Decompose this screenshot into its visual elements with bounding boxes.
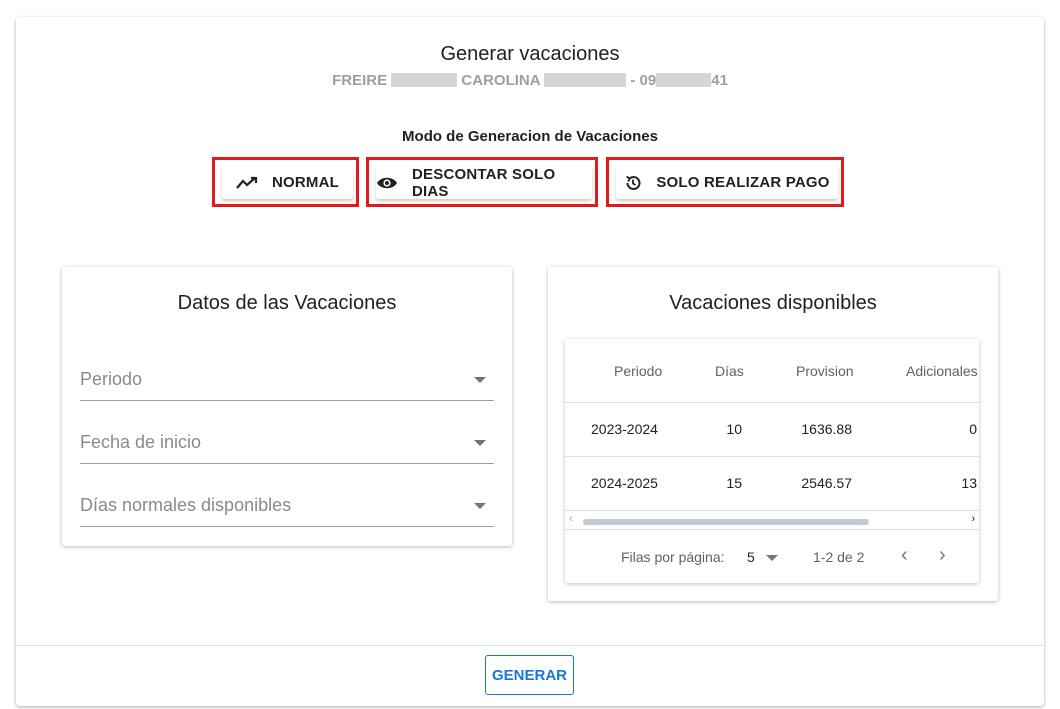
footer-divider	[565, 529, 979, 530]
column-header-adicionales[interactable]: Adicionales	[906, 363, 978, 379]
mode-label: Modo de Generacion de Vacaciones	[402, 128, 658, 145]
periodo-select[interactable]: Periodo	[80, 355, 494, 401]
scroll-thumb[interactable]	[583, 519, 869, 525]
cell-adicionales: 0	[969, 421, 977, 437]
history-icon	[624, 174, 642, 192]
rows-per-page-select[interactable]: 5	[747, 549, 755, 565]
horizontal-scrollbar[interactable]: ‹ ›	[565, 513, 979, 529]
dropdown-arrow-icon	[474, 503, 486, 509]
employee-name-part-2: CAROLINA	[461, 72, 541, 89]
mode-normal-label: NORMAL	[271, 174, 340, 191]
trending-up-icon	[236, 176, 258, 190]
employee-id-part-2: 41	[711, 72, 728, 89]
generate-button[interactable]: GENERAR	[485, 655, 574, 695]
next-page-icon[interactable]: ›	[939, 544, 946, 567]
row-divider	[565, 456, 979, 457]
fecha-inicio-select[interactable]: Fecha de inicio	[80, 418, 494, 464]
mode-descontar-highlight: DESCONTAR SOLO DIAS	[366, 157, 598, 207]
scroll-right-icon[interactable]: ›	[971, 513, 975, 525]
cell-adicionales: 13	[961, 475, 977, 491]
available-vacations-card: Vacaciones disponibles Periodo Días Prov…	[548, 267, 998, 601]
eye-icon	[376, 176, 398, 190]
dropdown-arrow-icon	[474, 440, 486, 446]
rows-per-page-label: Filas por página:	[621, 549, 725, 565]
vacation-data-title: Datos de las Vacaciones	[177, 292, 397, 314]
header-divider	[565, 402, 979, 403]
periodo-label: Periodo	[80, 369, 143, 389]
redacted-block	[656, 73, 712, 87]
available-vacations-title: Vacaciones disponibles	[669, 292, 877, 314]
mode-normal-highlight: NORMAL	[212, 157, 359, 207]
dropdown-arrow-icon[interactable]	[766, 555, 778, 561]
generate-vacation-dialog: Generar vacaciones FREIRE CAROLINA - 09 4…	[16, 17, 1044, 706]
actions-divider	[16, 645, 1044, 646]
pagination-range: 1-2 de 2	[813, 549, 865, 565]
column-header-provision[interactable]: Provision	[796, 363, 854, 379]
employee-subtitle: FREIRE CAROLINA - 09 41	[16, 72, 1044, 89]
prev-page-icon[interactable]: ‹	[901, 544, 908, 567]
mode-pago-highlight: SOLO REALIZAR PAGO	[606, 157, 844, 207]
column-header-periodo[interactable]: Periodo	[614, 363, 662, 379]
mode-descontar-button[interactable]: DESCONTAR SOLO DIAS	[376, 165, 592, 200]
vacations-table: Periodo Días Provision Adicionales 2023-…	[565, 339, 979, 583]
mode-pago-button[interactable]: SOLO REALIZAR PAGO	[616, 166, 838, 199]
dias-normales-select[interactable]: Días normales disponibles	[80, 481, 494, 527]
employee-name-part-1: FREIRE	[332, 72, 388, 89]
vacation-data-card: Datos de las Vacaciones Periodo Fecha de…	[62, 267, 512, 546]
mode-pago-label: SOLO REALIZAR PAGO	[656, 174, 830, 191]
row-divider	[565, 510, 979, 511]
dias-normales-label: Días normales disponibles	[80, 495, 292, 515]
redacted-block	[391, 73, 458, 87]
column-header-dias[interactable]: Días	[715, 363, 744, 379]
employee-id-part-1: - 09	[630, 72, 657, 89]
scroll-left-icon[interactable]: ‹	[569, 513, 573, 525]
mode-descontar-label: DESCONTAR SOLO DIAS	[412, 165, 556, 200]
dropdown-arrow-icon	[474, 377, 486, 383]
fecha-inicio-label: Fecha de inicio	[80, 432, 202, 452]
dialog-title: Generar vacaciones	[440, 43, 620, 65]
mode-normal-button[interactable]: NORMAL	[222, 166, 353, 199]
redacted-block	[544, 73, 627, 87]
